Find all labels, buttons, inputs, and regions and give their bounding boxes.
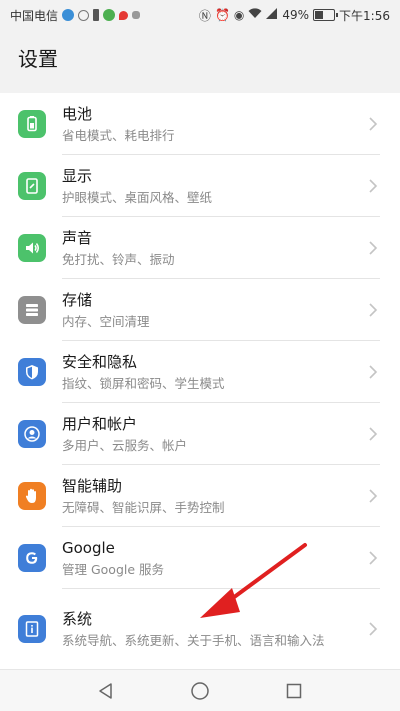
- notification-app-icon: [62, 9, 75, 21]
- settings-item-text: 安全和隐私 指纹、锁屏和密码、学生模式: [62, 352, 358, 393]
- settings-item-subtitle: 护眼模式、桌面风格、壁纸: [62, 189, 213, 205]
- settings-item-text: 用户和帐户 多用户、云服务、帐户: [62, 414, 358, 455]
- home-button[interactable]: [188, 679, 212, 703]
- settings-item-text: 存储 内存、空间清理: [62, 290, 358, 331]
- settings-item-security[interactable]: 安全和隐私 指纹、锁屏和密码、学生模式: [0, 341, 400, 403]
- settings-item-title: 用户和帐户: [62, 414, 138, 433]
- notification-ring-icon: [78, 9, 90, 21]
- back-triangle-icon: [99, 682, 112, 699]
- eye-comfort-icon: ◉: [233, 8, 245, 22]
- chevron-right-icon: [369, 117, 378, 131]
- recents-button[interactable]: [282, 679, 306, 703]
- settings-item-subtitle: 无障碍、智能识屏、手势控制: [62, 499, 225, 515]
- settings-item-sound[interactable]: 声音 免打扰、铃声、振动: [0, 217, 400, 279]
- shield-icon: [18, 358, 46, 386]
- notification-battery-icon: [93, 9, 100, 21]
- chevron-right-icon: [369, 622, 378, 636]
- chevron-right-icon: [369, 489, 378, 503]
- display-icon: [18, 172, 46, 200]
- sound-icon: [18, 234, 46, 262]
- settings-item-google[interactable]: Google 管理 Google 服务: [0, 527, 400, 589]
- settings-item-subtitle: 管理 Google 服务: [62, 561, 165, 577]
- navigation-bar: [0, 669, 400, 711]
- settings-item-accounts[interactable]: 用户和帐户 多用户、云服务、帐户: [0, 403, 400, 465]
- nfc-icon: Ⓝ: [198, 8, 211, 23]
- settings-item-title: 系统: [62, 609, 93, 628]
- settings-item-title: 声音: [62, 228, 93, 247]
- settings-item-text: 声音 免打扰、铃声、振动: [62, 228, 358, 269]
- page-title: 设置: [18, 46, 58, 71]
- notification-green-icon: [103, 9, 116, 21]
- settings-item-title: 显示: [62, 166, 93, 185]
- settings-item-text: Google 管理 Google 服务: [62, 538, 358, 579]
- back-button[interactable]: [94, 679, 118, 703]
- home-circle-icon: [191, 681, 209, 700]
- carrier-label: 中国电信: [10, 8, 59, 23]
- battery-status-icon: [313, 9, 339, 21]
- alarm-icon: ⏰: [214, 8, 230, 22]
- chevron-right-icon: [369, 551, 378, 565]
- battery-percent: 49%: [282, 8, 310, 22]
- wifi-icon: [248, 8, 262, 22]
- info-icon: [18, 615, 46, 643]
- chevron-right-icon: [369, 365, 378, 379]
- battery-icon: [18, 110, 46, 138]
- settings-item-subtitle: 多用户、云服务、帐户: [62, 437, 188, 453]
- settings-item-smart-assist[interactable]: 智能辅助 无障碍、智能识屏、手势控制: [0, 465, 400, 527]
- settings-item-title: 电池: [62, 104, 93, 123]
- header: 设置: [0, 30, 400, 84]
- chevron-right-icon: [369, 179, 378, 193]
- status-bar: 中国电信 Ⓝ ⏰ ◉ 49% 下午1:56: [0, 0, 400, 30]
- settings-item-display[interactable]: 显示 护眼模式、桌面风格、壁纸: [0, 155, 400, 217]
- settings-item-title: 智能辅助: [62, 476, 123, 495]
- status-right: Ⓝ ⏰ ◉ 49% 下午1:56: [199, 7, 390, 24]
- clock: 下午1:56: [339, 8, 390, 23]
- settings-item-subtitle: 省电模式、耗电排行: [62, 127, 175, 143]
- settings-list: 电池 省电模式、耗电排行 显示 护眼模式、桌面风格、壁纸 声音 免打扰、铃声、振…: [0, 93, 400, 669]
- settings-item-battery[interactable]: 电池 省电模式、耗电排行: [0, 93, 400, 155]
- recents-square-icon: [286, 683, 302, 698]
- settings-item-subtitle: 指纹、锁屏和密码、学生模式: [62, 375, 225, 391]
- signal-icon: [266, 8, 278, 22]
- settings-item-subtitle: 系统导航、系统更新、关于手机、语言和输入法: [62, 632, 325, 648]
- notification-gray-icon: [132, 11, 141, 19]
- google-icon: [18, 544, 46, 572]
- settings-item-title: Google: [62, 538, 115, 557]
- settings-item-text: 智能辅助 无障碍、智能识屏、手势控制: [62, 476, 358, 517]
- chevron-right-icon: [369, 241, 378, 255]
- settings-item-system[interactable]: 系统 系统导航、系统更新、关于手机、语言和输入法: [0, 589, 400, 669]
- hand-icon: [18, 482, 46, 510]
- settings-item-text: 显示 护眼模式、桌面风格、壁纸: [62, 166, 358, 207]
- settings-item-storage[interactable]: 存储 内存、空间清理: [0, 279, 400, 341]
- settings-item-text: 系统 系统导航、系统更新、关于手机、语言和输入法: [62, 609, 358, 650]
- settings-item-subtitle: 内存、空间清理: [62, 313, 150, 329]
- settings-item-subtitle: 免打扰、铃声、振动: [62, 251, 175, 267]
- user-icon: [18, 420, 46, 448]
- settings-item-title: 安全和隐私: [62, 352, 138, 371]
- settings-item-text: 电池 省电模式、耗电排行: [62, 104, 358, 145]
- chevron-right-icon: [369, 303, 378, 317]
- status-left: 中国电信: [10, 7, 141, 24]
- storage-icon: [18, 296, 46, 324]
- notification-location-icon: [119, 10, 129, 20]
- settings-item-title: 存储: [62, 290, 93, 309]
- chevron-right-icon: [369, 427, 378, 441]
